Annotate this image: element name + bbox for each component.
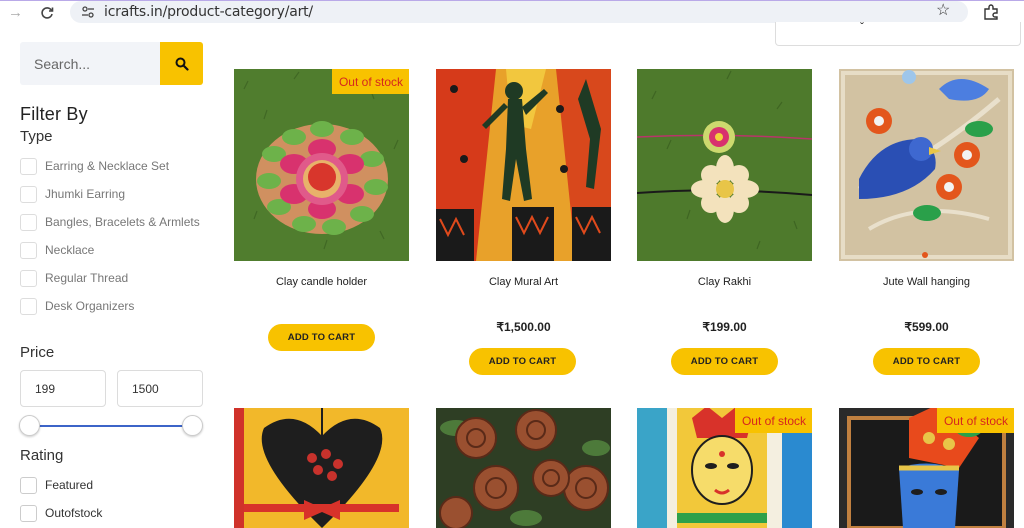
rating-heading: Rating	[20, 447, 64, 464]
price-heading: Price	[20, 344, 55, 361]
type-filter-necklace[interactable]: Necklace	[20, 241, 94, 259]
product-image-clay-rakhi[interactable]	[637, 69, 812, 261]
sort-dropdown[interactable]: ˇ	[775, 20, 1021, 46]
price-slider-max-handle[interactable]	[182, 415, 203, 436]
type-filter-desk-organizers[interactable]: Desk Organizers	[20, 297, 134, 315]
search-icon	[175, 57, 189, 71]
out-of-stock-badge: Out of stock	[331, 69, 409, 94]
checkbox-label: Necklace	[45, 243, 95, 257]
add-to-cart-button[interactable]: ADD TO CART	[469, 348, 576, 375]
checkbox-label: Featured	[45, 478, 94, 492]
product-image-clay-mural-art[interactable]	[436, 69, 611, 261]
product-image-roses-art[interactable]	[436, 408, 611, 528]
product-name[interactable]: Jute Wall hanging	[839, 276, 1014, 288]
search-button[interactable]	[160, 42, 203, 85]
sort-dropdown-arrow: ˇ	[860, 20, 864, 34]
product-name[interactable]: Clay candle holder	[234, 276, 409, 288]
type-filter-bangles[interactable]: Bangles, Bracelets & Armlets	[20, 213, 200, 231]
checkbox-label: Outofstock	[45, 506, 103, 520]
back-arrow-icon[interactable]: →	[8, 4, 23, 22]
price-max-input[interactable]	[117, 370, 203, 407]
checkbox[interactable]	[20, 241, 37, 259]
rating-filter-outofstock[interactable]: Outofstock	[20, 504, 102, 522]
product-image-heart-art[interactable]	[234, 408, 409, 528]
product-name[interactable]: Clay Rakhi	[637, 276, 812, 288]
checkbox[interactable]	[20, 504, 37, 522]
product-image-clay-candle-holder[interactable]: Out of stock	[234, 69, 409, 261]
checkbox[interactable]	[20, 269, 37, 287]
checkbox-label: Bangles, Bracelets & Armlets	[45, 215, 200, 229]
checkbox-label: Regular Thread	[45, 271, 129, 285]
product-price: ₹599.00	[904, 320, 949, 334]
search-input[interactable]	[20, 42, 160, 85]
checkbox-label: Earring & Necklace Set	[45, 159, 170, 173]
reload-icon[interactable]	[40, 4, 54, 25]
out-of-stock-badge: Out of stock	[936, 408, 1014, 433]
price-slider-min-handle[interactable]	[19, 415, 40, 436]
checkbox[interactable]	[20, 297, 37, 315]
address-bar[interactable]: icrafts.in/product-category/art/ ☆	[70, 1, 968, 23]
url-text: icrafts.in/product-category/art/	[104, 4, 313, 20]
site-settings-icon[interactable]	[80, 4, 96, 20]
add-to-cart-button[interactable]: ADD TO CART	[268, 324, 375, 351]
add-to-cart-button[interactable]: ADD TO CART	[873, 348, 980, 375]
out-of-stock-badge: Out of stock	[734, 408, 812, 433]
bookmark-star-icon[interactable]: ☆	[936, 2, 950, 20]
checkbox-label: Desk Organizers	[45, 299, 135, 313]
checkbox-label: Jhumki Earring	[45, 187, 126, 201]
checkbox[interactable]	[20, 476, 37, 494]
price-slider-track[interactable]	[29, 425, 193, 427]
checkbox[interactable]	[20, 157, 37, 175]
product-name[interactable]: Clay Mural Art	[436, 276, 611, 288]
product-price: ₹1,500.00	[496, 320, 551, 334]
type-filter-regular-thread[interactable]: Regular Thread	[20, 269, 128, 287]
product-image-jute-wall-hanging[interactable]	[839, 69, 1014, 261]
price-min-input[interactable]	[20, 370, 106, 407]
extensions-icon[interactable]	[982, 3, 1000, 21]
type-filter-earring-necklace-set[interactable]: Earring & Necklace Set	[20, 157, 169, 175]
rating-filter-featured[interactable]: Featured	[20, 476, 93, 494]
type-heading: Type	[20, 128, 53, 145]
product-image-deity-painting[interactable]: Out of stock	[637, 408, 812, 528]
type-filter-jhumki-earring[interactable]: Jhumki Earring	[20, 185, 125, 203]
filter-by-heading: Filter By	[20, 104, 88, 124]
add-to-cart-button[interactable]: ADD TO CART	[671, 348, 778, 375]
checkbox[interactable]	[20, 213, 37, 231]
checkbox[interactable]	[20, 185, 37, 203]
product-image-krishna-art[interactable]: Out of stock	[839, 408, 1014, 528]
product-price: ₹199.00	[702, 320, 747, 334]
